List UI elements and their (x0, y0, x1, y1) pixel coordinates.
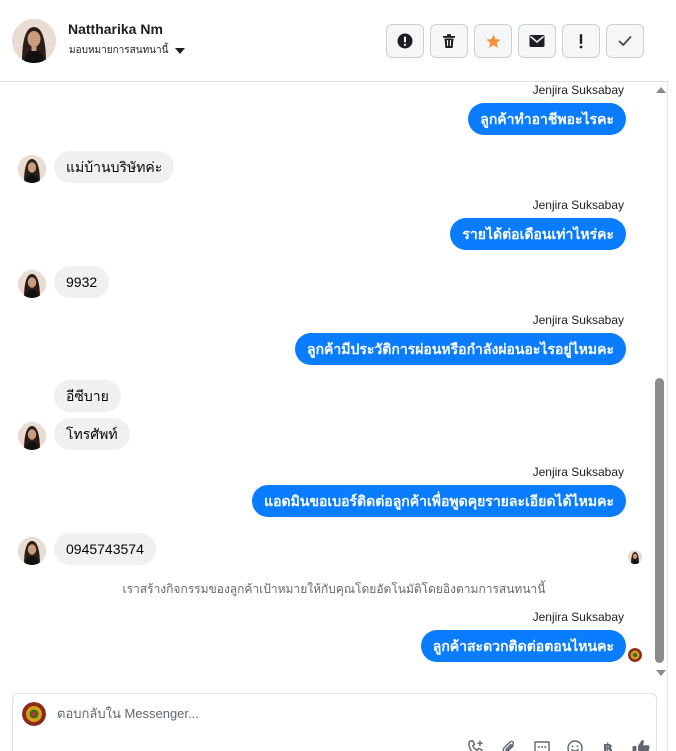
follow-up-button[interactable] (562, 24, 600, 58)
header-actions (386, 24, 644, 58)
emoji-icon (567, 740, 583, 751)
message-incoming[interactable]: แม่บ้านบริษัทค่ะ (54, 151, 175, 183)
reply-composer: ฿ (12, 693, 657, 751)
star-button[interactable] (474, 24, 512, 58)
mark-done-button[interactable] (606, 24, 644, 58)
emoji-button[interactable] (564, 737, 586, 751)
message-outgoing[interactable]: แอดมินขอเบอร์ติดต่อลูกค้าเพื่อพูดคุยรายล… (252, 485, 626, 517)
paperclip-icon (502, 740, 515, 751)
page-seen-avatar (628, 648, 642, 662)
message-incoming[interactable]: 9932 (54, 266, 110, 298)
caret-down-icon (175, 47, 186, 54)
scroll-up-arrow[interactable] (656, 87, 666, 93)
message-outgoing[interactable]: ลูกค้าสะดวกติดต่อตอนไหนคะ (420, 630, 626, 662)
sender-name: Jenjira Suksabay (532, 610, 624, 624)
contact-avatar-small (18, 270, 46, 298)
baht-icon: ฿ (603, 739, 613, 751)
message-thread[interactable]: Jenjira Suksabay ลูกค้าทำอาชีพอะไรคะ แม่… (0, 82, 668, 682)
like-button[interactable] (630, 737, 652, 751)
reply-toolbar: ฿ (465, 737, 652, 751)
trash-icon (443, 34, 455, 48)
contact-avatar-small (18, 537, 46, 565)
scroll-down-arrow[interactable] (656, 670, 666, 676)
contact-avatar[interactable] (12, 19, 56, 63)
sender-name: Jenjira Suksabay (532, 313, 624, 327)
message-outgoing[interactable]: ลูกค้ามีประวัติการผ่อนหรือกำลังผ่อนอะไรอ… (294, 333, 626, 365)
check-icon (618, 36, 632, 46)
assign-conversation-label: มอบหมายการสนทนานี้ (69, 45, 169, 56)
page-avatar (22, 702, 46, 726)
conversation-header: Nattharika Nm มอบหมายการสนทนานี้ (0, 0, 668, 82)
reply-input[interactable] (57, 706, 617, 721)
system-message: เราสร้างกิจกรรมของลูกค้าเป้าหมายให้กับคุ… (122, 582, 546, 596)
attach-button[interactable] (498, 737, 520, 751)
chat-dots-icon (534, 741, 550, 751)
sender-name: Jenjira Suksabay (532, 465, 624, 479)
saved-replies-button[interactable] (531, 737, 553, 751)
message-outgoing[interactable]: ลูกค้าทำอาชีพอะไรคะ (468, 103, 626, 135)
contact-avatar-small (18, 422, 46, 450)
message-incoming[interactable]: 0945743574 (54, 533, 156, 565)
scrollbar-thumb[interactable] (655, 378, 664, 663)
read-receipt-avatar (628, 550, 642, 564)
phone-add-icon (468, 740, 483, 751)
assign-conversation-dropdown[interactable]: มอบหมายการสนทนานี้ (69, 43, 186, 58)
sender-name: Jenjira Suksabay (532, 198, 624, 212)
sender-name: Jenjira Suksabay (532, 83, 624, 97)
exclamation-icon (579, 34, 583, 49)
contact-name: Nattharika Nm (68, 21, 163, 37)
alert-circle-icon (397, 33, 413, 49)
contact-avatar-small (18, 155, 46, 183)
delete-button[interactable] (430, 24, 468, 58)
mark-unread-button[interactable] (518, 24, 556, 58)
message-incoming[interactable]: อีซีบาย (54, 380, 121, 412)
phone-add-button[interactable] (465, 737, 487, 751)
conversation-panel: Nattharika Nm มอบหมายการสนทนานี้ Jenjira… (0, 0, 668, 751)
thumbs-up-icon (632, 740, 650, 751)
payment-button[interactable]: ฿ (597, 737, 619, 751)
mail-icon (529, 35, 545, 47)
message-incoming[interactable]: โทรศัพท์ (54, 418, 130, 450)
message-outgoing[interactable]: รายได้ต่อเดือนเท่าไหร่คะ (450, 218, 626, 250)
mark-spam-button[interactable] (386, 24, 424, 58)
star-icon (485, 33, 501, 48)
